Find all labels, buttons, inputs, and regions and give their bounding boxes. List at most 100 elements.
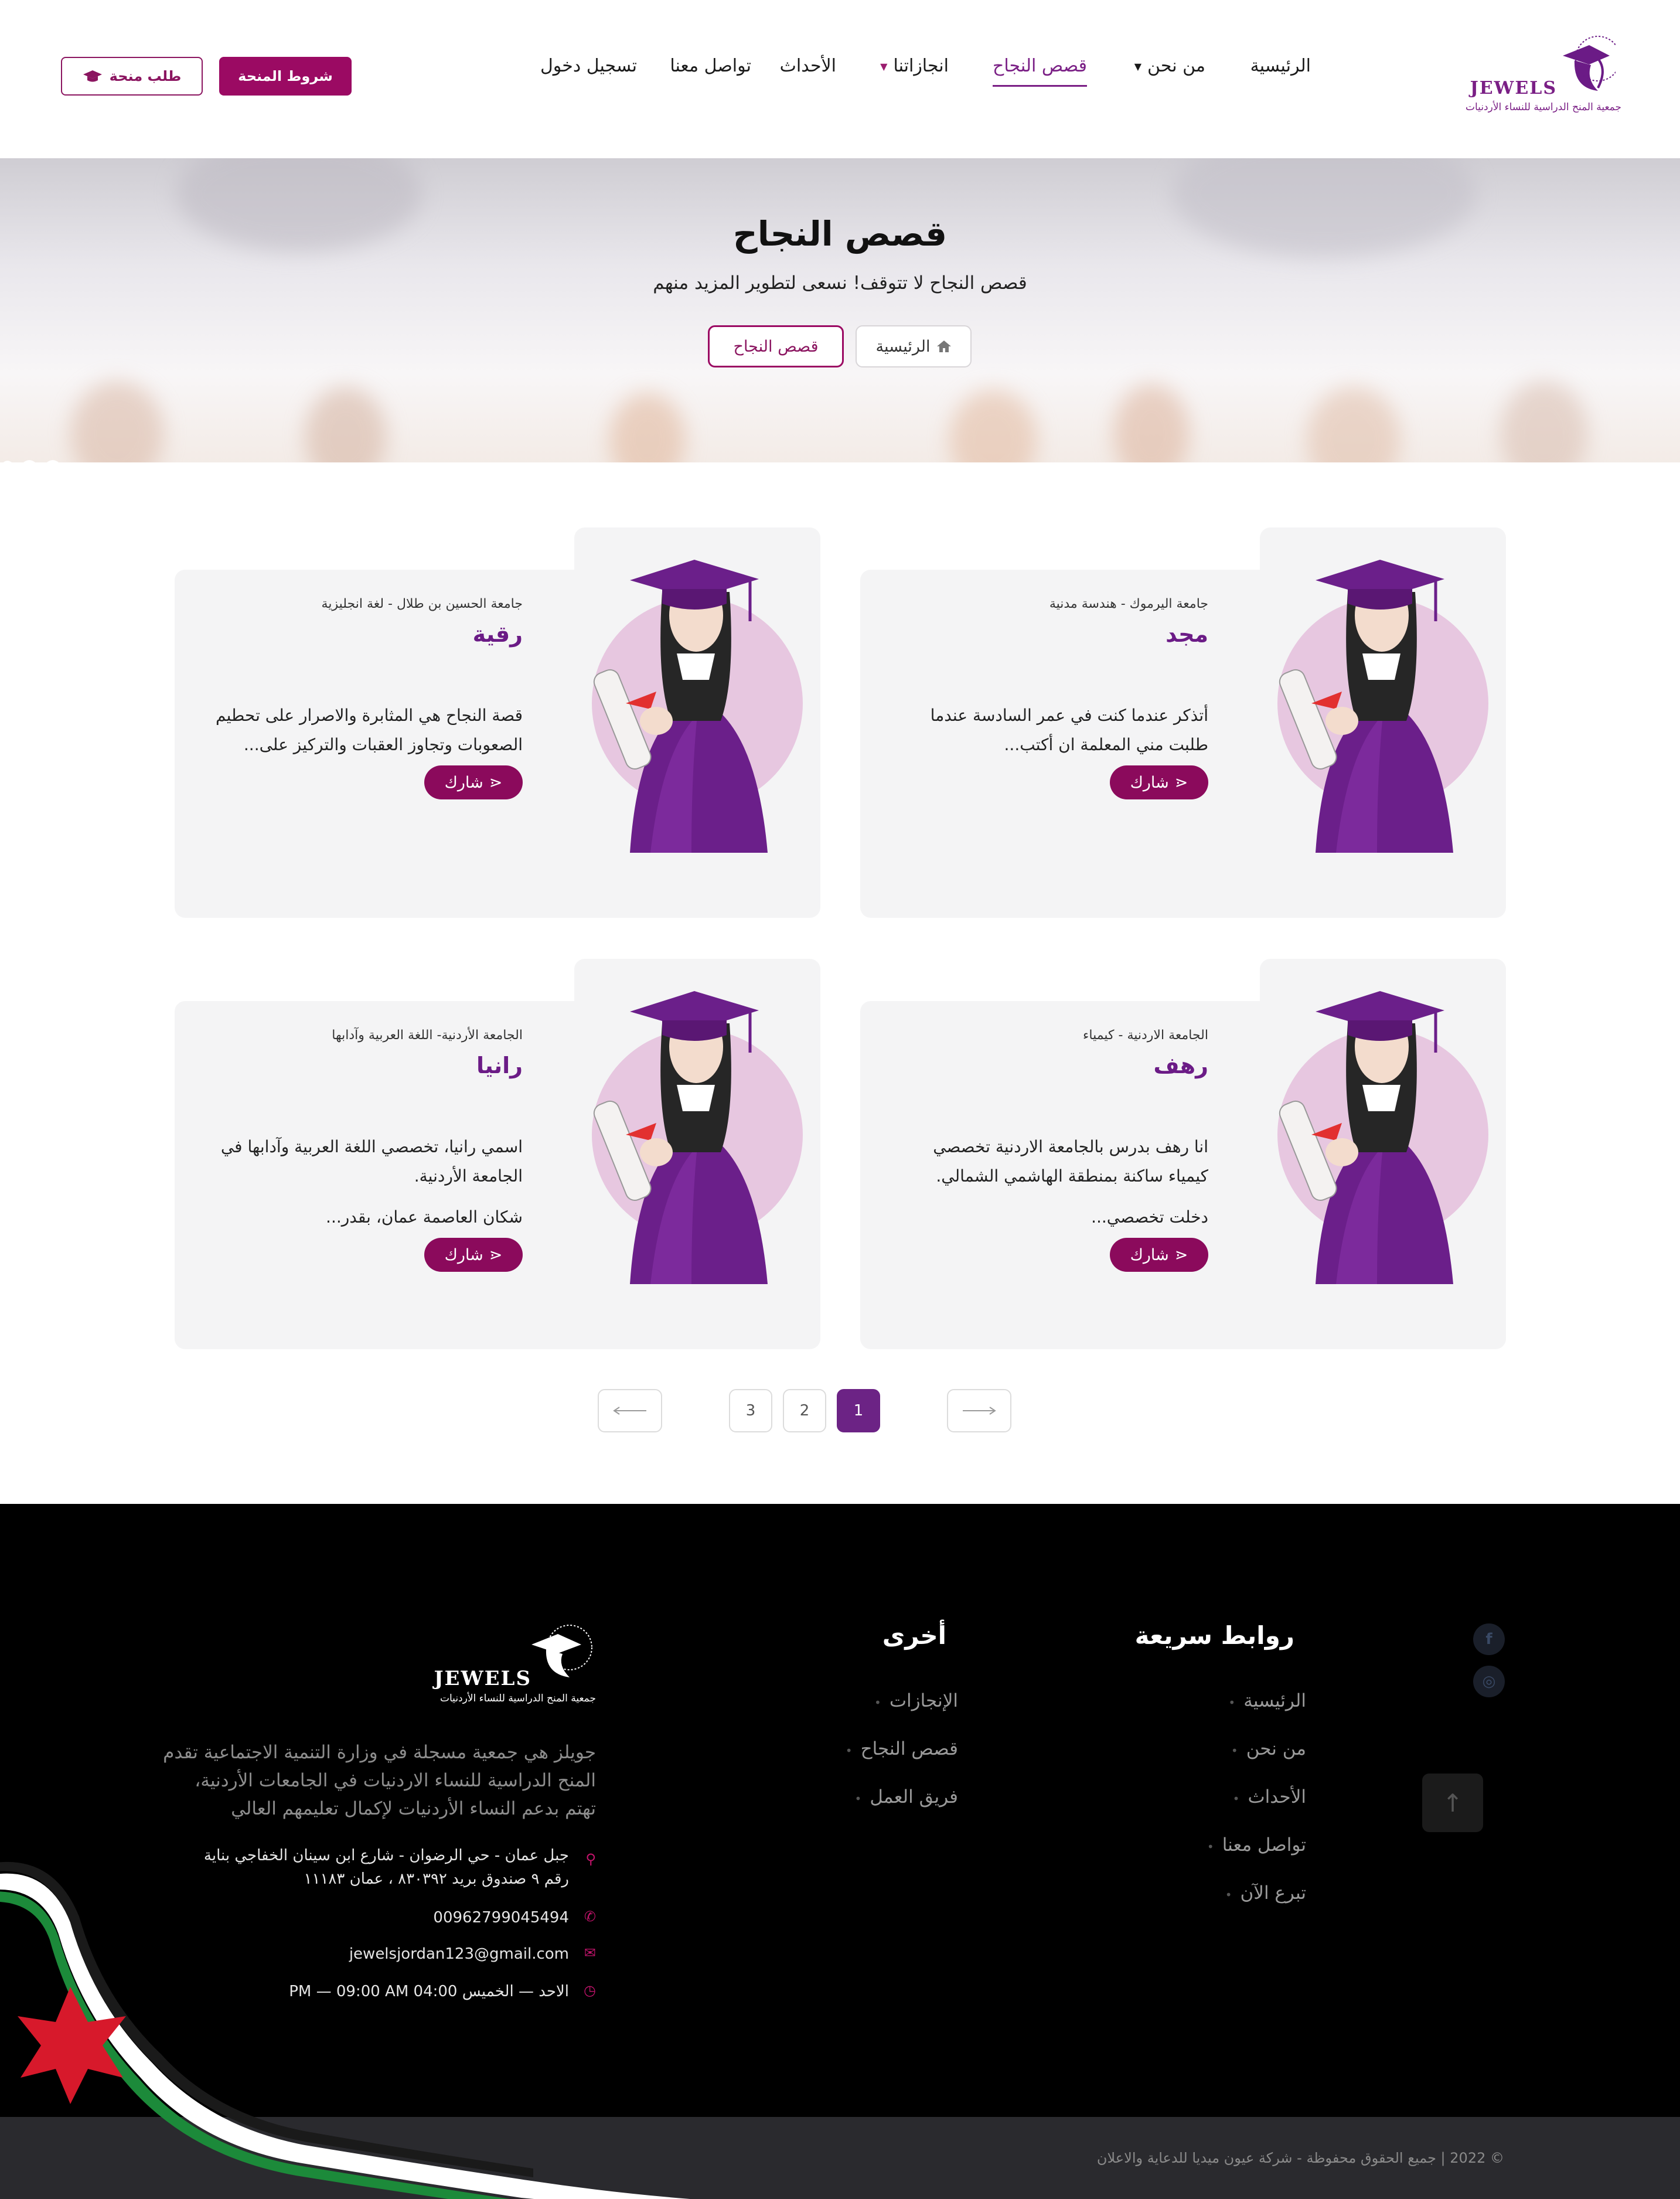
share-button[interactable]: ⋖ شارك (424, 1238, 523, 1272)
arrow-right-icon (963, 1407, 996, 1415)
story-name[interactable]: مجد (1166, 621, 1208, 647)
logo-subtitle: جمعية المنح الدراسية للنساء الأردنيات (1466, 101, 1621, 113)
graduate-illustration (574, 527, 820, 856)
share-icon: ⋖ (1174, 1245, 1188, 1264)
site-header: JEWELS جمعية المنح الدراسية للنساء الأرد… (0, 0, 1680, 158)
nav-home[interactable]: الرئيسية (1250, 56, 1311, 76)
nav-about[interactable]: من نحن ▼ (1134, 56, 1205, 76)
story-name[interactable]: رانيا (476, 1053, 523, 1078)
footer-link-success-stories[interactable]: قصص النجاح (846, 1738, 958, 1759)
wave-divider (0, 460, 1680, 466)
excerpt-line: شكان العاصمة عمان، بقدر... (326, 1207, 523, 1227)
footer-phone[interactable]: 00962799045494 (433, 1906, 569, 1929)
nav-about-label: من نحن (1147, 56, 1205, 76)
story-university: الجامعة الأردنية- اللغة العربية وآدابها (332, 1028, 523, 1043)
footer-address: جبل عمان - حي الرضوان - شارع ابن سينان ا… (204, 1844, 569, 1891)
nav-success-stories[interactable]: قصص النجاح (992, 56, 1088, 87)
home-icon (936, 341, 951, 352)
story-card[interactable]: جامعة اليرموك - هندسة مدنية مجد أتذكر عن… (860, 527, 1506, 918)
nav-login[interactable]: تسجيل دخول (540, 56, 637, 76)
excerpt-line: قصة النجاح هي المثابرة والاصرار على تحطي… (215, 706, 523, 725)
excerpt-line: انا رهف بدرس بالجامعة الاردنية تخصصي (933, 1137, 1208, 1156)
location-pin-icon: ⚲ (585, 1851, 596, 1867)
footer-email[interactable]: jewelsjordan123@gmail.com (349, 1942, 569, 1966)
footer-link-home[interactable]: الرئيسية (1228, 1690, 1306, 1711)
footer-description: جويلز هي جمعية مسجلة في وزارة التنمية ال… (163, 1742, 596, 1819)
excerpt-line: اسمي رانيا، تخصصي اللغة العربية وآدابها … (220, 1137, 523, 1156)
mail-icon: ✉ (584, 1945, 596, 1961)
excerpt-line: الجامعة الأردنية. (414, 1166, 523, 1186)
excerpt-line: دخلت تخصصي... (1091, 1207, 1208, 1227)
excerpt-line: أتذكر عندما كنت في عمر السادسة عندما (930, 706, 1208, 725)
footer-logo[interactable]: JEWELS جمعية المنح الدراسية للنساء الأرد… (420, 1621, 596, 1704)
story-card[interactable]: الجامعة الاردنية - كيمياء رهف انا رهف بد… (860, 959, 1506, 1349)
apply-scholarship-button[interactable]: طلب منحة (61, 57, 203, 96)
nav-contact[interactable]: تواصل معنا (670, 56, 751, 76)
pagination-page-1[interactable]: 1 (837, 1389, 880, 1432)
share-label: شارك (1130, 1245, 1169, 1264)
arrow-up-icon: ↑ (1442, 1788, 1463, 1817)
scholarship-terms-button[interactable]: شروط المنحة (219, 57, 352, 96)
quick-links-title: روابط سريعة (1134, 1621, 1294, 1650)
story-university: جامعة اليرموك - هندسة مدنية (1049, 597, 1208, 611)
footer-logo-wordmark: JEWELS (434, 1667, 531, 1690)
scroll-to-top-button[interactable]: ↑ (1422, 1774, 1483, 1832)
caret-down-icon: ▼ (880, 61, 888, 72)
excerpt-line: طلبت مني المعلمة ان أكتب... (1004, 735, 1208, 754)
nav-events[interactable]: الأحداث (780, 56, 836, 76)
footer-hours: الاحد — الخميس 04:00 PM — 09:00 AM (289, 1983, 569, 2000)
share-label: شارك (444, 773, 483, 792)
share-icon: ⋖ (1174, 773, 1188, 792)
apply-button-label: طلب منحة (109, 68, 182, 84)
nav-achievements-label: انجازاتنا (893, 56, 949, 76)
story-name[interactable]: رهف (1154, 1053, 1208, 1078)
share-label: شارك (444, 1245, 483, 1264)
pagination-prev-button[interactable] (598, 1389, 662, 1432)
copyright-text: © 2022 | جميع الحقوق محفوظة - شركة عيون … (1096, 2150, 1504, 2166)
excerpt-line: كيمياء ساكنة بمنطقة الهاشمي الشمالي. (936, 1166, 1208, 1186)
story-name[interactable]: رقية (473, 621, 523, 647)
nav-achievements[interactable]: انجازاتنا ▼ (880, 56, 949, 76)
footer-link-about[interactable]: من نحن (1231, 1738, 1306, 1759)
arrow-left-icon (613, 1407, 646, 1415)
story-university: جامعة الحسين بن طلال - لغة انجليزية (321, 597, 523, 611)
story-excerpt: قصة النجاح هي المثابرة والاصرار على تحطي… (206, 701, 523, 760)
site-footer: f ◎ ↑ روابط سريعة الرئيسية من نحن الأحدا… (0, 1504, 1680, 2117)
breadcrumb-home-label: الرئيسية (875, 337, 931, 356)
address-line: رقم ٩ صندوق بريد ٨٣٠٣٩٢ ، عمان ١١١٨٣ (304, 1870, 569, 1888)
caret-down-icon: ▼ (1134, 61, 1141, 72)
footer-link-contact[interactable]: تواصل معنا (1207, 1834, 1306, 1856)
footer-link-achievements[interactable]: الإنجازات (874, 1690, 958, 1711)
share-icon: ⋖ (489, 1245, 503, 1264)
footer-logo-subtitle: جمعية المنح الدراسية للنساء الأردنيات (440, 1693, 596, 1704)
pagination-page-3[interactable]: 3 (729, 1389, 772, 1432)
share-button[interactable]: ⋖ شارك (1110, 765, 1208, 799)
story-card[interactable]: جامعة الحسين بن طلال - لغة انجليزية رقية… (175, 527, 820, 918)
breadcrumb-home[interactable]: الرئيسية (856, 325, 972, 367)
page-title: قصص النجاح (732, 214, 948, 254)
footer-link-donate[interactable]: تبرع الآن (1225, 1883, 1307, 1904)
story-excerpt: اسمي رانيا، تخصصي اللغة العربية وآدابها … (206, 1132, 523, 1232)
pagination-next-button[interactable] (947, 1389, 1011, 1432)
footer-link-team[interactable]: فريق العمل (855, 1786, 958, 1807)
page-subtitle: قصص النجاح لا تتوقف! نسعى لتطوير المزيد … (653, 273, 1027, 294)
other-links-title: أخرى (882, 1621, 946, 1650)
excerpt-line: الصعوبات وتجاوز العقبات والتركيز على... (243, 735, 523, 754)
breadcrumb-current[interactable]: قصص النجاح (708, 325, 844, 367)
graduate-illustration (1260, 959, 1506, 1287)
facebook-icon[interactable]: f (1473, 1623, 1505, 1655)
phone-icon: ✆ (584, 1908, 596, 1925)
pagination-page-2[interactable]: 2 (783, 1389, 826, 1432)
share-button[interactable]: ⋖ شارك (424, 765, 523, 799)
graduation-cap-icon (83, 70, 102, 82)
share-button[interactable]: ⋖ شارك (1110, 1238, 1208, 1272)
story-excerpt: أتذكر عندما كنت في عمر السادسة عندما طلب… (892, 701, 1208, 760)
footer-link-events[interactable]: الأحداث (1233, 1786, 1306, 1807)
share-label: شارك (1130, 773, 1169, 792)
share-icon: ⋖ (489, 773, 503, 792)
instagram-icon[interactable]: ◎ (1473, 1666, 1505, 1697)
address-line: جبل عمان - حي الرضوان - شارع ابن سينان ا… (203, 1847, 569, 1864)
story-excerpt: انا رهف بدرس بالجامعة الاردنية تخصصي كيم… (892, 1132, 1208, 1232)
story-card[interactable]: الجامعة الأردنية- اللغة العربية وآدابها … (175, 959, 820, 1349)
page-hero: قصص النجاح قصص النجاح لا تتوقف! نسعى لتط… (0, 158, 1680, 466)
